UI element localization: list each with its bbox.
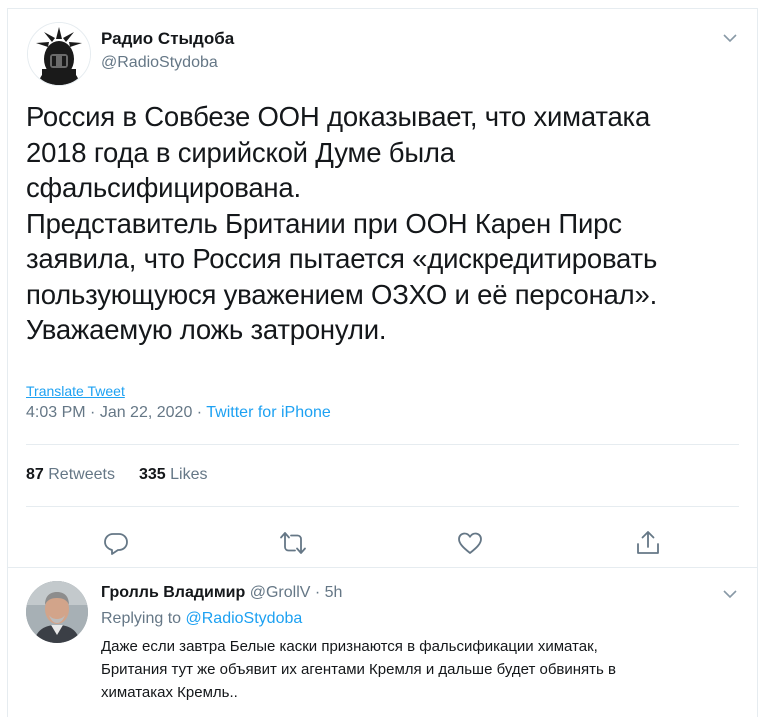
reply-author-avatar[interactable] (26, 581, 88, 643)
main-tweet[interactable]: Радио Стыдоба @RadioStydoba Россия в Сов… (8, 9, 757, 567)
divider (26, 506, 739, 507)
tweet-stats: 87 Retweets 335 Likes (26, 466, 207, 484)
tweet-actions (8, 529, 757, 561)
tweet-source-link[interactable]: Twitter for iPhone (206, 404, 331, 421)
share-icon[interactable] (634, 529, 662, 557)
man-portrait-avatar-image (26, 581, 88, 643)
tweet-time: 4:03 PM (26, 404, 86, 421)
tweet-separator (8, 567, 757, 568)
reply-icon[interactable] (102, 529, 130, 557)
tweet-meta: 4:03 PM · Jan 22, 2020 · Twitter for iPh… (26, 404, 331, 422)
reply-author-handle[interactable]: @GrollV (250, 584, 311, 601)
retweet-icon[interactable] (279, 529, 307, 557)
chevron-down-icon[interactable] (721, 29, 739, 47)
likes-stat[interactable]: 335 Likes (139, 466, 208, 483)
meta-separator: · (85, 404, 100, 421)
retweets-label: Retweets (48, 466, 115, 483)
retweets-stat[interactable]: 87 Retweets (26, 466, 115, 483)
replying-prefix: Replying to (101, 610, 182, 627)
statue-of-liberty-avatar-image (28, 23, 90, 85)
retweets-count: 87 (26, 466, 44, 483)
chevron-down-icon[interactable] (721, 585, 739, 603)
heart-icon[interactable] (456, 529, 484, 557)
meta-separator: · (192, 404, 207, 421)
likes-count: 335 (138, 466, 166, 483)
meta-separator: · (310, 584, 325, 601)
translate-tweet-link[interactable]: Translate Tweet (26, 383, 125, 399)
replying-to-link[interactable]: @RadioStydoba (186, 610, 303, 627)
divider (26, 444, 739, 445)
author-handle[interactable]: @RadioStydoba (101, 54, 218, 72)
replying-to: Replying to @RadioStydoba (101, 610, 302, 628)
tweet-date[interactable]: Jan 22, 2020 (100, 404, 193, 421)
author-name[interactable]: Радио Стыдоба (101, 29, 234, 49)
reply-author-name[interactable]: Гролль Владимир (101, 584, 245, 601)
reply-age[interactable]: 5h (325, 584, 343, 601)
tweet-thread: Радио Стыдоба @RadioStydoba Россия в Сов… (7, 8, 758, 717)
author-avatar[interactable] (27, 22, 91, 86)
reply-text: Даже если завтра Белые каски признаются … (101, 638, 616, 701)
likes-label: Likes (170, 466, 208, 483)
tweet-text: Россия в Совбезе ООН доказывает, что хим… (26, 101, 658, 345)
reply-header: Гролль Владимир @GrollV · 5h (101, 584, 342, 602)
